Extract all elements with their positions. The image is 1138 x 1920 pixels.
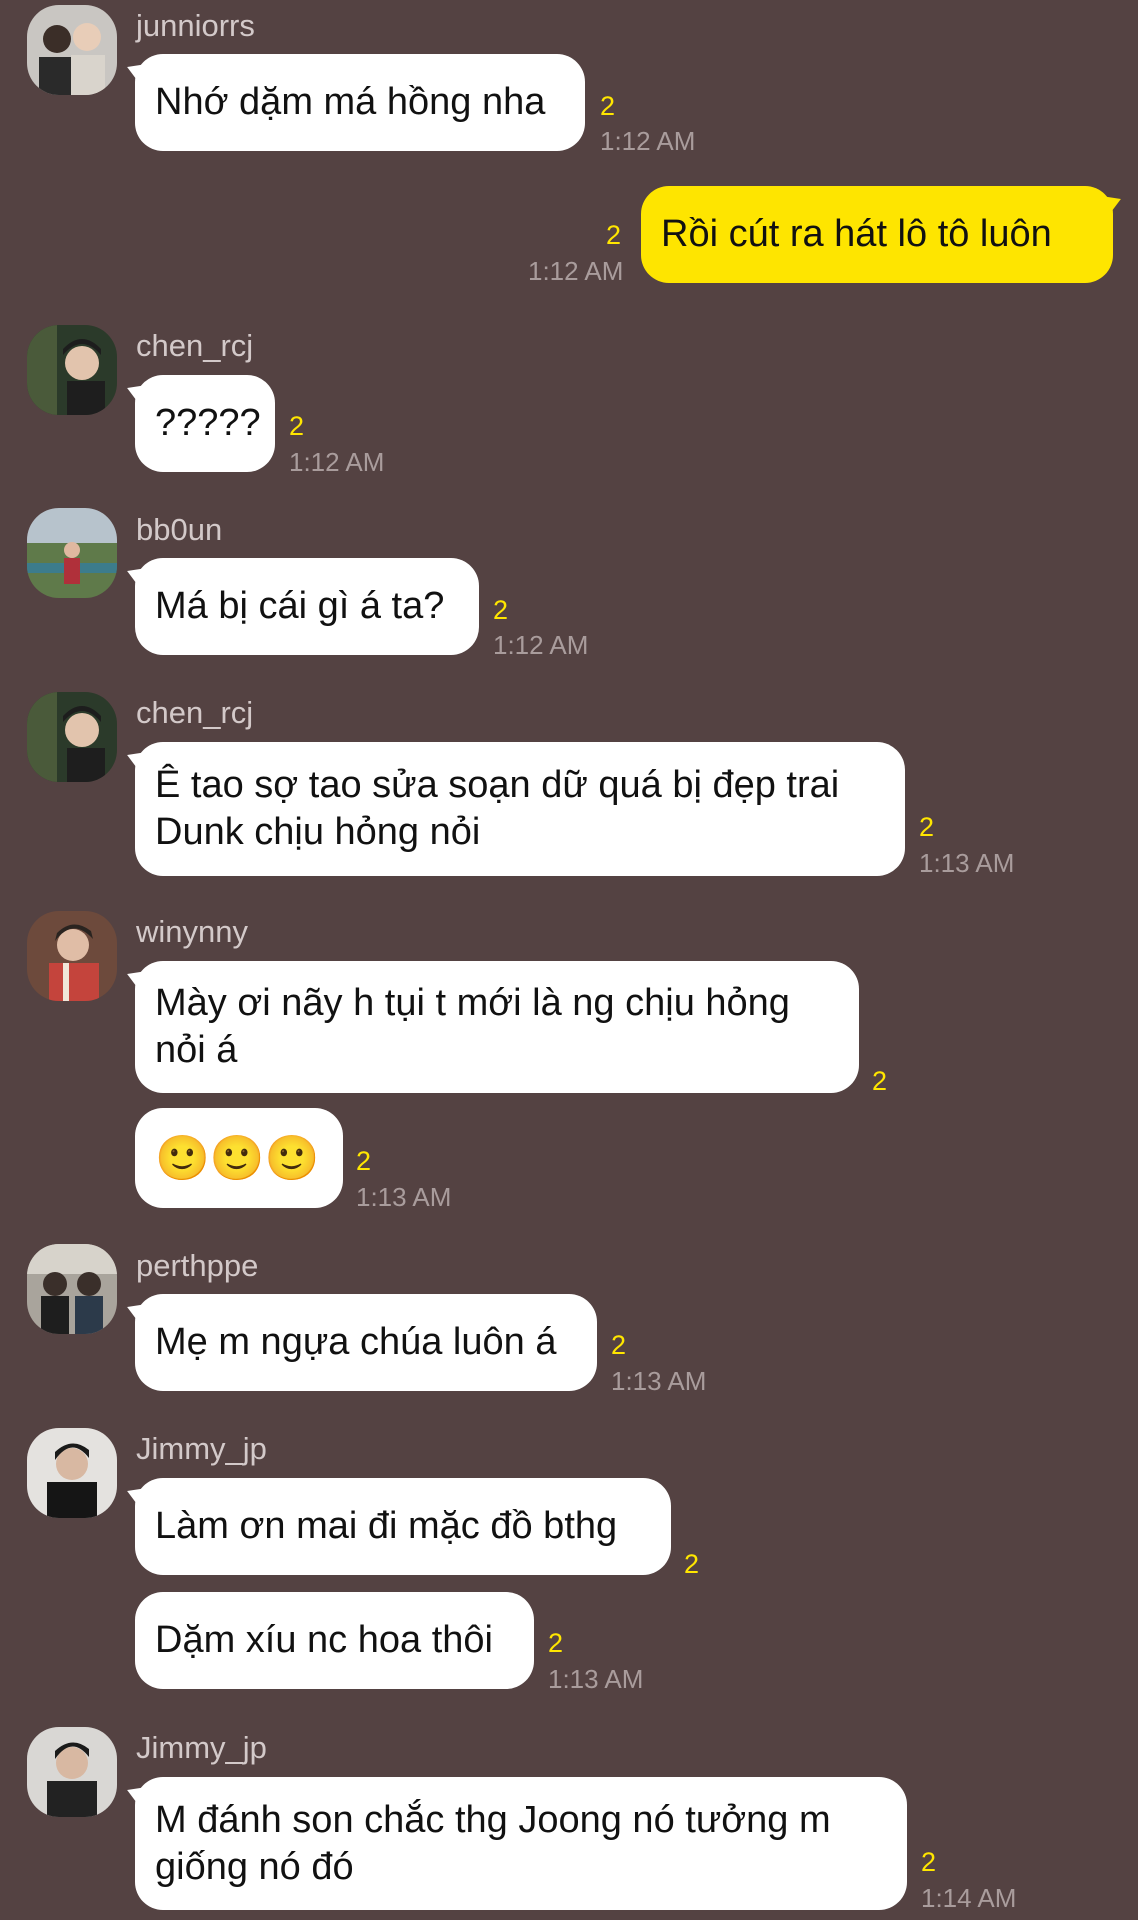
message-bubble[interactable]: Má bị cái gì á ta? [135,558,479,655]
my-message-bubble[interactable]: Rồi cút ra hát lô tô luôn [641,186,1113,283]
message-bubble[interactable]: Ê tao sợ tao sửa soạn dữ quá bị đẹp trai… [135,742,905,876]
avatar-chen-rcj[interactable] [27,692,117,782]
avatar-junniorrs[interactable] [27,5,117,95]
unread-count: 2 [921,1847,937,1877]
unread-count: 2 [684,1549,700,1579]
message-time: 1:12 AM [600,126,696,156]
message-bubble[interactable]: Dặm xíu nc hoa thôi [135,1592,534,1689]
unread-count: 2 [611,1330,627,1360]
sender-name: winynny [136,914,248,949]
avatar-photo-icon [27,508,117,598]
unread-count: 2 [356,1146,372,1176]
message-time: 1:12 AM [528,256,624,286]
sender-name: perthppe [136,1248,259,1283]
unread-count: 2 [872,1066,888,1096]
avatar-photo-icon [27,692,117,782]
message-time: 1:12 AM [493,630,589,660]
message-bubble[interactable]: Nhớ dặm má hồng nha [135,54,585,151]
sender-name: Jimmy_jp [136,1431,267,1466]
message-time: 1:12 AM [289,447,385,477]
message-time: 1:14 AM [921,1883,1017,1913]
message-time: 1:13 AM [548,1664,644,1694]
avatar-photo-icon [27,1428,117,1518]
avatar-photo-icon [27,5,117,95]
message-bubble[interactable]: M đánh son chắc thg Joong nó tưởng m giố… [135,1777,907,1910]
message-bubble[interactable]: ????? [135,375,275,472]
message-bubble[interactable]: Làm ơn mai đi mặc đồ bthg [135,1478,671,1575]
sender-name: junniorrs [136,8,255,43]
avatar-bb0un[interactable] [27,508,117,598]
unread-count: 2 [548,1628,564,1658]
avatar-perthppe[interactable] [27,1244,117,1334]
unread-count: 2 [919,812,935,842]
message-time: 1:13 AM [611,1366,707,1396]
unread-count: 2 [289,411,305,441]
message-bubble[interactable]: Mày ơi nãy h tụi t mới là ng chịu hỏng n… [135,961,859,1093]
avatar-jimmy-jp[interactable] [27,1428,117,1518]
avatar-photo-icon [27,1244,117,1334]
avatar-winynny[interactable] [27,911,117,1001]
sender-name: chen_rcj [136,695,254,730]
chat-screen[interactable]: junniorrs Nhớ dặm má hồng nha 2 1:12 AM … [0,0,1138,1920]
avatar-jimmy-jp[interactable] [27,1727,117,1817]
emoji-message-bubble[interactable]: 🙂🙂🙂 [135,1108,343,1208]
avatar-photo-icon [27,1727,117,1817]
message-time: 1:13 AM [919,848,1015,878]
unread-count: 2 [493,595,509,625]
message-bubble[interactable]: Mẹ m ngựa chúa luôn á [135,1294,597,1391]
sender-name: chen_rcj [136,328,254,363]
message-time: 1:13 AM [356,1182,452,1212]
avatar-chen-rcj[interactable] [27,325,117,415]
sender-name: Jimmy_jp [136,1730,267,1765]
sender-name: bb0un [136,512,223,547]
avatar-photo-icon [27,325,117,415]
avatar-photo-icon [27,911,117,1001]
unread-count: 2 [606,220,622,250]
unread-count: 2 [600,91,616,121]
